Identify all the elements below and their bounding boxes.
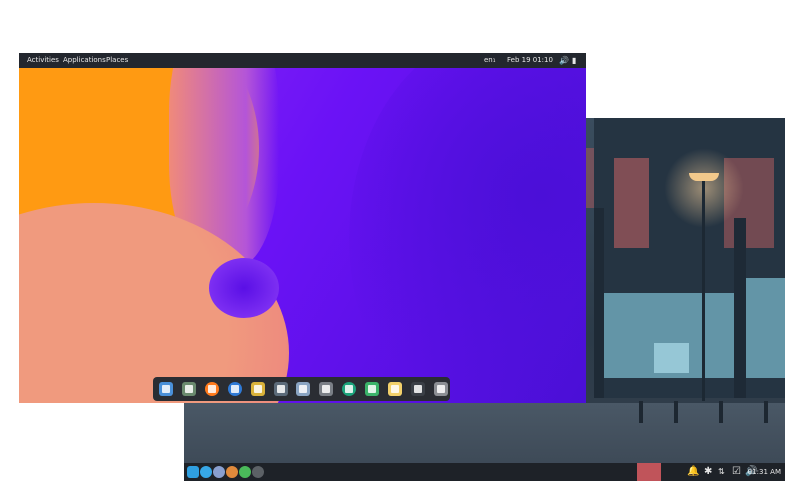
package-icon[interactable] xyxy=(226,466,238,478)
bollard xyxy=(639,401,643,423)
thunderbird-glyph xyxy=(230,385,239,393)
secondary-taskbar: 🔔 ✱ ⇅ ☑ 🔊 01:31 AM xyxy=(184,463,785,481)
clipboard-glyph xyxy=(299,385,308,393)
building-window xyxy=(614,158,649,248)
notes-icon[interactable] xyxy=(388,382,402,396)
battery-icon[interactable]: ▮ xyxy=(572,53,576,68)
installer-icon[interactable] xyxy=(365,382,380,396)
notes-glyph xyxy=(391,385,399,393)
pillar xyxy=(734,218,746,398)
street-lamp xyxy=(689,173,719,181)
thunderbird-icon[interactable] xyxy=(227,382,242,396)
network-icon[interactable]: ⇅ xyxy=(718,465,725,479)
dock xyxy=(153,377,450,401)
installer-glyph xyxy=(368,385,377,393)
files-glyph xyxy=(184,385,193,393)
volume-icon[interactable]: 🔊 xyxy=(559,53,569,68)
clipboard-icon[interactable] xyxy=(296,382,311,396)
clipboard-check-icon[interactable]: ☑ xyxy=(732,465,741,479)
bluetooth-icon[interactable]: ✱ xyxy=(704,465,712,479)
shop-window xyxy=(744,278,785,378)
applications-menu[interactable]: Applications xyxy=(63,53,106,68)
wallpaper-purple-shape xyxy=(349,68,586,403)
synaptic-glyph xyxy=(253,385,262,393)
primary-desktop: Activities Applications Places en₁ Feb 1… xyxy=(19,53,586,403)
firefox-icon[interactable] xyxy=(204,382,219,396)
taskbar-clock[interactable]: 01:31 AM xyxy=(748,465,781,479)
settings-diamond-glyph xyxy=(322,385,331,393)
settings-diamond-icon[interactable] xyxy=(319,382,334,396)
terminal-glyph xyxy=(413,385,422,393)
bell-icon[interactable]: 🔔 xyxy=(687,465,699,479)
files-icon[interactable] xyxy=(213,466,225,478)
taskbar-active-window[interactable] xyxy=(637,463,661,481)
chromium-glyph xyxy=(345,385,354,393)
desktop-wallpaper xyxy=(19,68,586,403)
activities-button[interactable]: Activities xyxy=(27,53,59,68)
text-editor-icon[interactable] xyxy=(159,382,173,396)
places-menu[interactable]: Places xyxy=(106,53,128,68)
bollard xyxy=(719,401,723,423)
files-icon[interactable] xyxy=(181,382,196,396)
calculator-icon[interactable] xyxy=(273,382,288,396)
clock[interactable]: Feb 19 01:10 xyxy=(507,53,553,68)
text-editor-glyph xyxy=(162,385,170,393)
wallpaper-fold xyxy=(209,258,279,318)
keyboard-layout-indicator[interactable]: en₁ xyxy=(484,53,496,68)
top-bar: Activities Applications Places en₁ Feb 1… xyxy=(19,53,586,68)
terminal-icon[interactable] xyxy=(410,382,425,396)
trash-icon[interactable] xyxy=(433,382,448,396)
bollard xyxy=(674,401,678,423)
browser-icon[interactable] xyxy=(200,466,212,478)
firefox-glyph xyxy=(207,385,216,393)
pillar xyxy=(594,208,604,398)
trash-glyph xyxy=(436,385,445,393)
synaptic-icon[interactable] xyxy=(250,382,265,396)
shop-window-light xyxy=(654,343,689,373)
calculator-glyph xyxy=(276,385,285,393)
bollard xyxy=(764,401,768,423)
terminal-icon[interactable] xyxy=(252,466,264,478)
globe-icon[interactable] xyxy=(239,466,251,478)
start-menu-icon[interactable] xyxy=(187,466,199,478)
chromium-icon[interactable] xyxy=(342,382,357,396)
lamp-pole xyxy=(702,181,705,401)
